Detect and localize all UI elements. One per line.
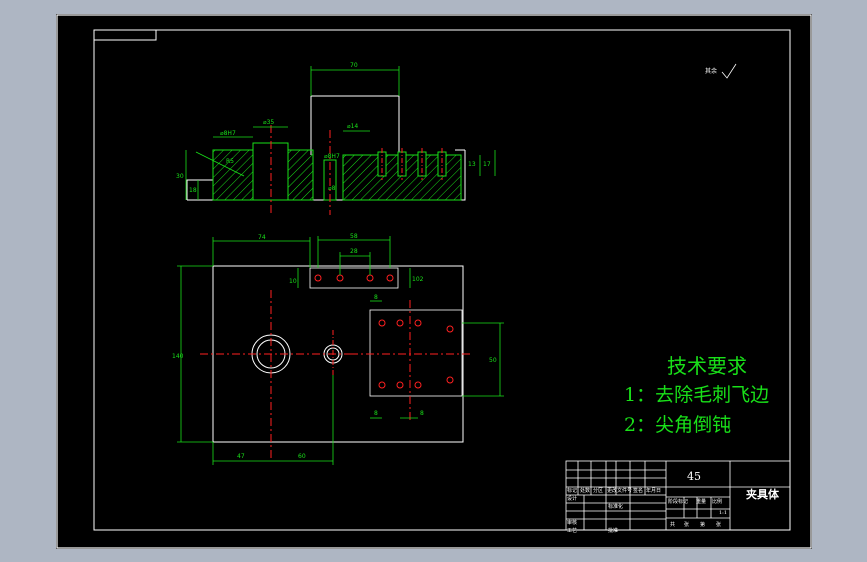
dim-8b: 8 <box>374 410 378 417</box>
sheet-label-0: 共 <box>670 522 676 528</box>
dim-height-base: 18 <box>189 187 197 194</box>
drawing-frame <box>93 29 791 531</box>
roughness-note: 其余 <box>705 67 717 75</box>
header-label-3: 更改文件号 <box>607 488 633 494</box>
hole <box>396 381 404 389</box>
hole <box>378 381 386 389</box>
hole <box>414 319 422 327</box>
hole <box>446 325 454 333</box>
header-label-2: 分区 <box>593 488 604 494</box>
hole <box>366 274 374 282</box>
dim-dia-14: ⌀14 <box>347 123 358 130</box>
tech-req-title: 技术要求 <box>667 354 747 378</box>
dim-50: 50 <box>489 357 497 364</box>
role-label-2: 工艺 <box>567 528 578 534</box>
hole <box>386 274 394 282</box>
dim-8: 8 <box>374 294 378 301</box>
dim-dia-bore: ⌀35 <box>263 119 274 126</box>
hole <box>336 274 344 282</box>
stage-label-2: 比例 <box>712 499 723 505</box>
role-label-0: 设计 <box>567 496 578 502</box>
dim-74: 74 <box>258 234 266 241</box>
header-label-4: 签名 <box>633 488 644 494</box>
dim-spot: ⌀8 <box>328 185 336 192</box>
dim-dia-fit2: ⌀8H7 <box>324 153 340 160</box>
hole <box>414 381 422 389</box>
hole <box>378 319 386 327</box>
role-label-1: 审核 <box>567 520 578 526</box>
sheet-label-3: 张 <box>716 522 722 528</box>
header-label-1: 处数 <box>580 488 591 494</box>
dim-10: 10 <box>289 278 297 285</box>
dim-60: 60 <box>298 453 306 460</box>
sheet-label-1: 张 <box>684 522 690 528</box>
dim-140: 140 <box>172 353 184 360</box>
roughness-symbol <box>721 63 737 79</box>
stage-label-1: 重量 <box>696 499 707 505</box>
part-name-text: 夹具体 <box>746 488 779 501</box>
header-label-0: 标记 <box>567 488 578 494</box>
cad-drawing: 70 ⌀35 ⌀8H7 ⌀8H7 ⌀14 30 18 17 13 R5 ⌀8 7… <box>56 14 812 549</box>
hole <box>446 376 454 384</box>
scale-text: 1:1 <box>719 510 728 516</box>
sheet-label-2: 第 <box>700 522 706 528</box>
dim-102: 102 <box>412 276 424 283</box>
dim-47: 47 <box>237 453 245 460</box>
sheet-border-outer <box>56 14 812 549</box>
dim-width-top: 70 <box>350 62 358 69</box>
plan-view <box>177 236 504 465</box>
dim-8c: 8 <box>420 410 424 417</box>
hole <box>314 274 322 282</box>
tech-req-item-2: 2：尖角倒钝 <box>624 414 732 436</box>
std-label-0: 标准化 <box>608 504 624 510</box>
dim-height-right2: 13 <box>468 161 476 168</box>
dim-dia-fit: ⌀8H7 <box>220 130 236 137</box>
dim-58: 58 <box>350 233 358 240</box>
dim-height-right: 17 <box>483 161 491 168</box>
dim-height-total: 30 <box>176 173 184 180</box>
pocket-top <box>309 267 399 289</box>
frame-tab <box>93 29 157 41</box>
dim-28: 28 <box>350 248 358 255</box>
hole <box>396 319 404 327</box>
drawing-sheet: 70 ⌀35 ⌀8H7 ⌀8H7 ⌀14 30 18 17 13 R5 ⌀8 7… <box>56 14 812 549</box>
tech-req-item-1: 1：去除毛刺飞边 <box>624 384 770 406</box>
dim-chamfer: R5 <box>226 158 234 165</box>
header-label-5: 年月日 <box>646 488 662 494</box>
std-label-1: 批准 <box>608 528 619 534</box>
stage-label-0: 阶段标记 <box>668 499 689 505</box>
section-view <box>185 66 496 215</box>
material-text: 45 <box>687 470 701 483</box>
